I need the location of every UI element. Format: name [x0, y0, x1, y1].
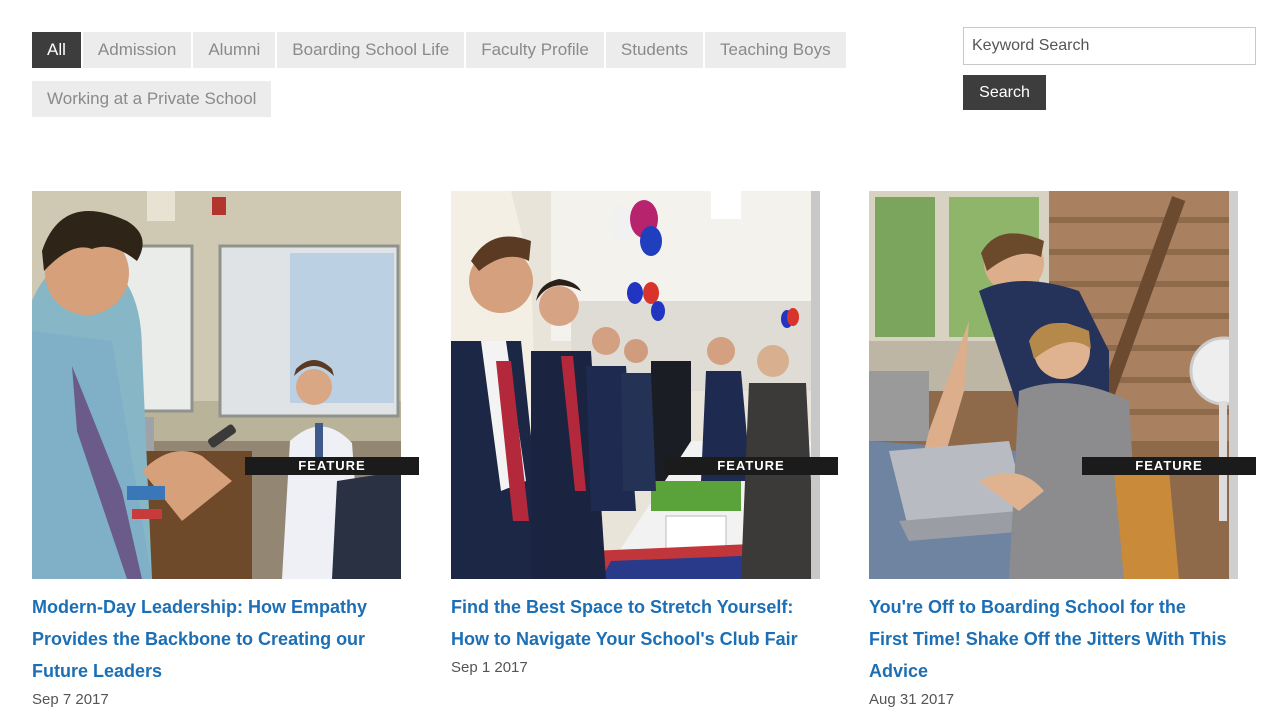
post-title-link[interactable]: Modern-Day Leadership: How Empathy Provi… [32, 591, 392, 687]
classroom-photo [32, 191, 401, 579]
post-thumbnail[interactable]: FEATURE [451, 191, 838, 579]
filter-tag-teaching-boys[interactable]: Teaching Boys [705, 32, 846, 68]
post-card: FEATURE Modern-Day Leadership: How Empat… [32, 191, 422, 708]
keyword-search-input[interactable] [963, 27, 1256, 65]
filter-row-1: All Admission Alumni Boarding School Lif… [32, 32, 846, 68]
filter-tag-admission[interactable]: Admission [82, 32, 192, 68]
search-button[interactable]: Search [963, 75, 1046, 110]
post-title-link[interactable]: You're Off to Boarding School for the Fi… [869, 591, 1229, 687]
filter-tag-students[interactable]: Students [605, 32, 703, 68]
filter-row-2: Working at a Private School [32, 81, 842, 117]
category-filters: All Admission Alumni Boarding School Lif… [32, 32, 846, 130]
filter-tag-working-at-private-school[interactable]: Working at a Private School [32, 81, 272, 117]
filter-tag-all[interactable]: All [32, 32, 81, 68]
post-date: Sep 1 2017 [451, 659, 528, 676]
dorm-study-photo [869, 191, 1238, 579]
feature-badge: FEATURE [245, 457, 419, 475]
post-title-link[interactable]: Find the Best Space to Stretch Yourself:… [451, 591, 811, 655]
keyword-search-form: Search [963, 27, 1256, 110]
feature-badge: FEATURE [1082, 457, 1256, 475]
post-date: Aug 31 2017 [869, 691, 955, 708]
feature-badge: FEATURE [664, 457, 838, 475]
post-card: FEATURE You're Off to Boarding School fo… [869, 191, 1259, 708]
club-fair-photo [451, 191, 820, 579]
filter-tag-boarding-school-life[interactable]: Boarding School Life [277, 32, 465, 68]
filter-tag-faculty-profile[interactable]: Faculty Profile [466, 32, 604, 68]
filter-tag-alumni[interactable]: Alumni [193, 32, 276, 68]
post-thumbnail[interactable]: FEATURE [869, 191, 1256, 579]
post-card: FEATURE Find the Best Space to Stretch Y… [451, 191, 841, 676]
post-thumbnail[interactable]: FEATURE [32, 191, 419, 579]
post-date: Sep 7 2017 [32, 691, 109, 708]
